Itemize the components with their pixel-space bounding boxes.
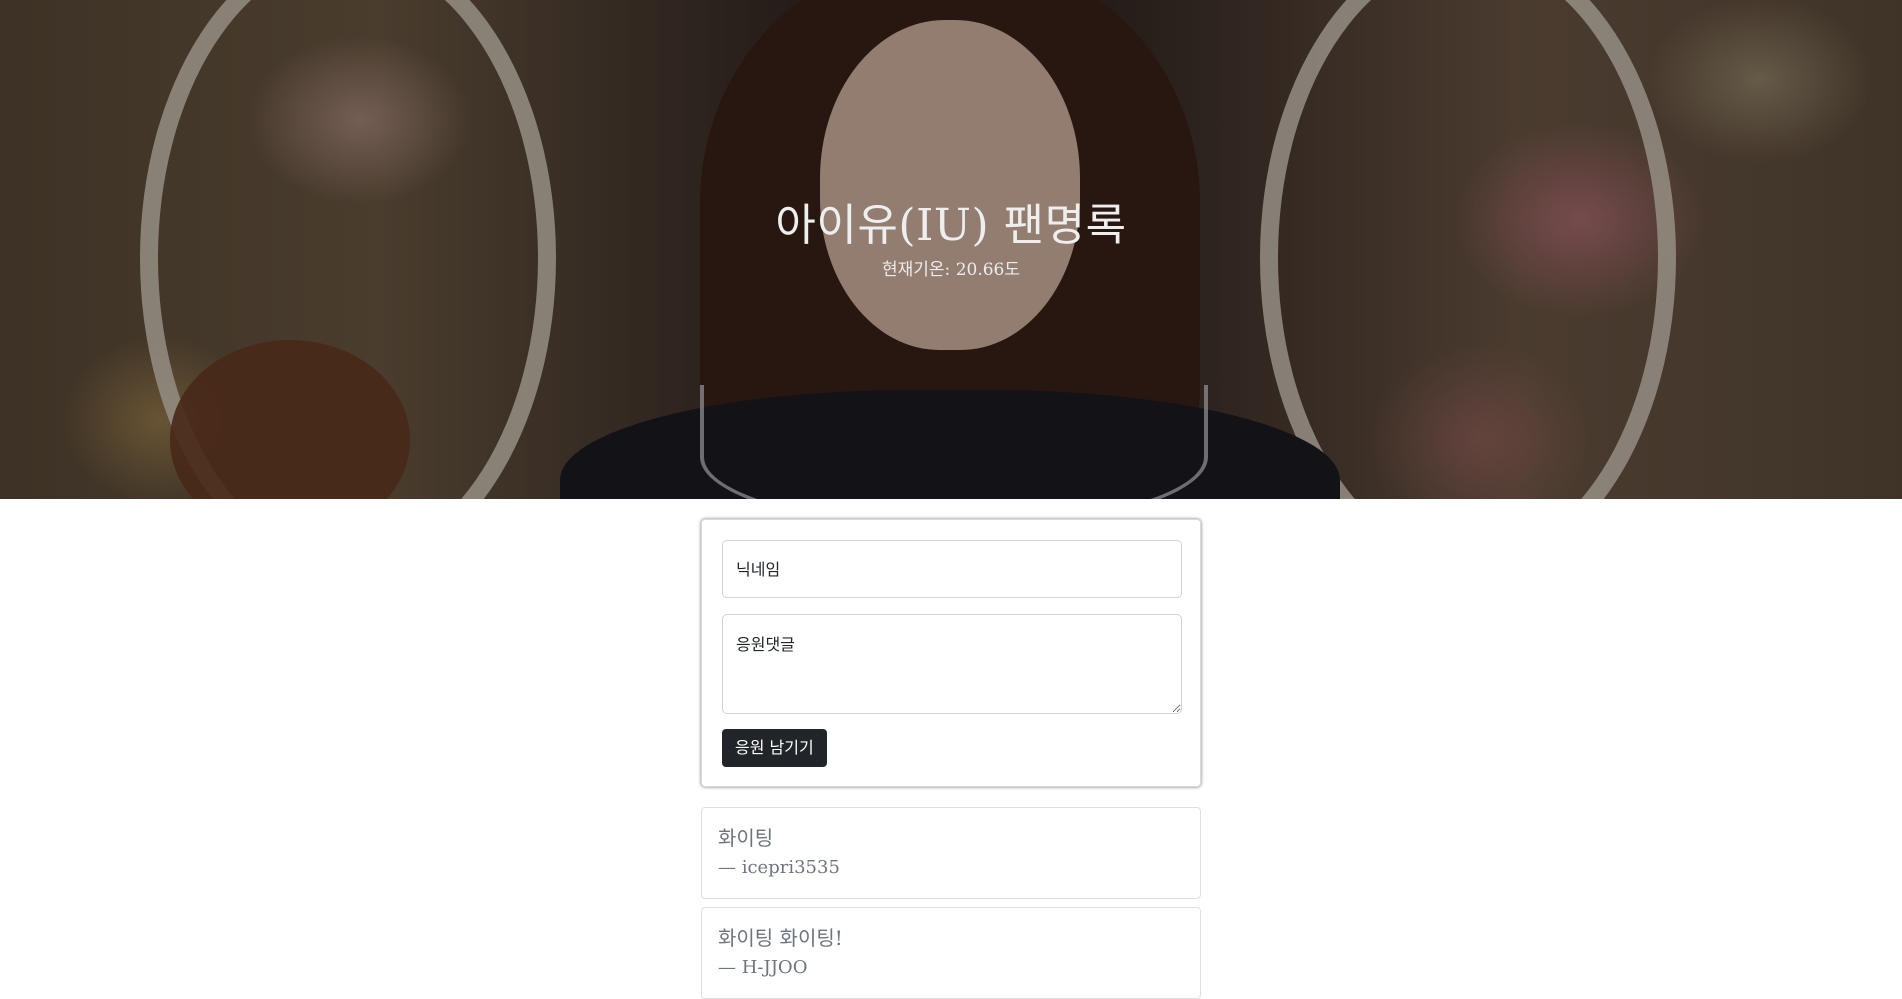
hero-banner: 아이유(IU) 팬명록 현재기온: 20.66도 — [0, 0, 1902, 499]
submit-comment-button[interactable]: 응원 남기기 — [722, 729, 827, 767]
comment-card: 화이팅 화이팅! — H-JJOO — [701, 907, 1201, 999]
hero-text: 아이유(IU) 팬명록 현재기온: 20.66도 — [0, 0, 1902, 499]
nickname-input[interactable] — [722, 540, 1182, 598]
comment-author: — icepri3535 — [718, 857, 840, 878]
comment-author: — H-JJOO — [718, 957, 808, 978]
comment-message: 화이팅 — [718, 826, 774, 850]
page-title: 아이유(IU) 팬명록 — [775, 200, 1127, 251]
comment-textarea[interactable] — [722, 614, 1182, 714]
comment-message: 화이팅 화이팅! — [718, 926, 843, 950]
comment-form: 응원 남기기 — [701, 519, 1201, 787]
comment-card: 화이팅 — icepri3535 — [701, 807, 1201, 899]
temperature-text: 현재기온: 20.66도 — [882, 260, 1020, 280]
